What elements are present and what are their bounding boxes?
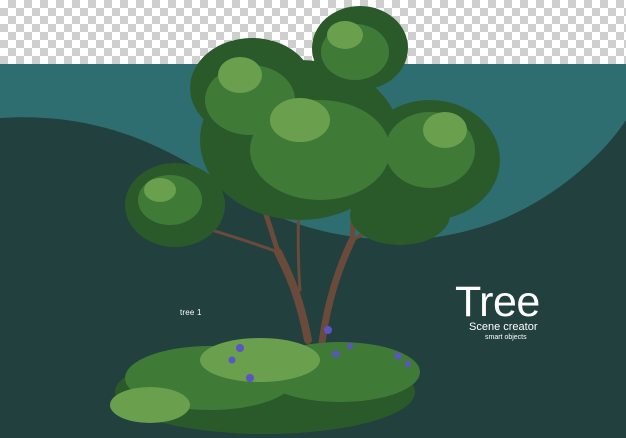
brand-tagline: smart objects xyxy=(485,334,527,341)
mockup-canvas: tree 1 Tree Scene creator smart objects xyxy=(0,0,626,438)
scene-illustration xyxy=(0,6,626,438)
brand-title: Tree xyxy=(455,278,540,326)
brand-block: Tree Scene creator smart objects xyxy=(455,278,540,342)
tree-label: tree 1 xyxy=(180,308,202,317)
brand-subtitle: Scene creator xyxy=(469,321,538,333)
